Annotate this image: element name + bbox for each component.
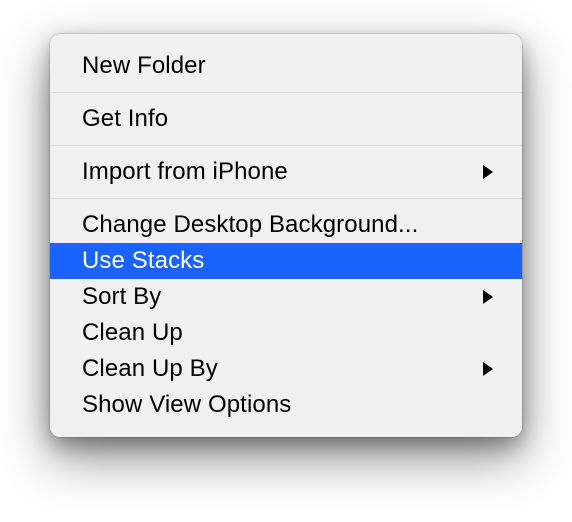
menu-item-clean-up[interactable]: Clean Up <box>50 315 522 351</box>
menu-item-change-desktop-background[interactable]: Change Desktop Background... <box>50 207 522 243</box>
menu-item-label: Get Info <box>82 101 494 137</box>
submenu-arrow-icon <box>482 289 494 305</box>
menu-item-show-view-options[interactable]: Show View Options <box>50 387 522 423</box>
menu-separator <box>50 92 522 93</box>
menu-item-get-info[interactable]: Get Info <box>50 101 522 137</box>
menu-item-label: Clean Up By <box>82 351 470 387</box>
menu-item-label: Show View Options <box>82 387 494 423</box>
menu-item-sort-by[interactable]: Sort By <box>50 279 522 315</box>
submenu-arrow-icon <box>482 361 494 377</box>
menu-item-new-folder[interactable]: New Folder <box>50 48 522 84</box>
menu-item-clean-up-by[interactable]: Clean Up By <box>50 351 522 387</box>
menu-item-label: Sort By <box>82 279 470 315</box>
menu-top-spacer <box>50 40 522 48</box>
menu-item-label: Import from iPhone <box>82 154 470 190</box>
menu-item-label: Change Desktop Background... <box>82 207 494 243</box>
context-menu: New Folder Get Info Import from iPhone C… <box>50 34 522 437</box>
menu-bottom-spacer <box>50 423 522 431</box>
menu-item-label: New Folder <box>82 48 494 84</box>
menu-item-label: Clean Up <box>82 315 494 351</box>
menu-separator <box>50 145 522 146</box>
submenu-arrow-icon <box>482 164 494 180</box>
menu-item-use-stacks[interactable]: Use Stacks <box>50 243 522 279</box>
menu-item-label: Use Stacks <box>82 243 494 279</box>
menu-item-import-from-iphone[interactable]: Import from iPhone <box>50 154 522 190</box>
menu-separator <box>50 198 522 199</box>
